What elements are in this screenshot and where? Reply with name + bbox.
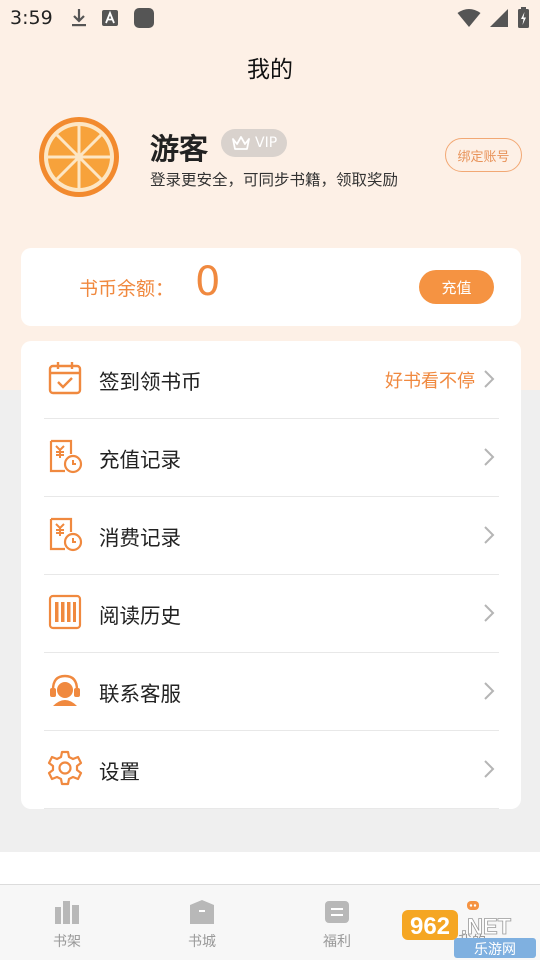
chevron-right-icon — [484, 682, 495, 700]
profile-subtitle: 登录更安全，可同步书籍，领取奖励 — [150, 171, 399, 189]
bookshelf-icon — [55, 901, 79, 924]
orange-slice-icon — [39, 117, 119, 197]
menu-item-label: 设置 — [99, 760, 140, 784]
menu-item-recharge-record[interactable]: 充值记录 — [21, 419, 521, 497]
tab-label: 书架 — [53, 934, 81, 950]
chevron-right-icon — [484, 370, 495, 388]
balance-label: 书币余额： — [79, 278, 175, 300]
wifi-icon — [457, 9, 481, 27]
svg-text:.NET: .NET — [461, 914, 512, 939]
crown-icon — [232, 136, 250, 150]
content-footer — [0, 852, 540, 884]
bind-account-button[interactable]: 绑定账号 — [445, 138, 522, 172]
balance-value: 0 — [195, 259, 221, 305]
tab-label: 福利 — [323, 934, 351, 950]
reading-history-icon — [47, 594, 83, 630]
menu-item-label: 消费记录 — [99, 526, 181, 550]
battery-icon — [518, 7, 529, 28]
menu-item-consumption-record[interactable]: 消费记录 — [21, 497, 521, 575]
chevron-right-icon — [484, 604, 495, 622]
username: 游客 — [150, 132, 209, 166]
menu-item-checkin[interactable]: 签到领书币 好书看不停 — [21, 341, 521, 419]
recharge-record-icon — [47, 438, 83, 474]
watermark-brand-number: 962 — [410, 913, 450, 940]
menu-item-label: 联系客服 — [99, 682, 181, 706]
menu-item-customer-service[interactable]: 联系客服 — [21, 653, 521, 731]
vip-badge: VIP — [221, 129, 287, 157]
chevron-right-icon — [484, 760, 495, 778]
watermark-logo: 962 .NET 乐游网 — [398, 892, 540, 960]
svg-text:乐游网: 乐游网 — [474, 942, 516, 958]
status-bar: 3:59 — [0, 0, 540, 36]
bookstore-icon — [190, 900, 214, 924]
tab-label: 书城 — [188, 934, 216, 950]
menu-item-settings[interactable]: 设置 — [21, 731, 521, 809]
menu-item-label: 阅读历史 — [99, 604, 181, 628]
calendar-check-icon — [47, 360, 83, 396]
menu-card: 签到领书币 好书看不停 充值记录 消费记录 阅读历史 联系客服 设置 — [21, 341, 521, 809]
tab-bookstore[interactable]: 书城 — [152, 885, 252, 960]
tab-welfare[interactable]: 福利 — [287, 885, 387, 960]
customer-service-icon — [47, 672, 83, 708]
recharge-button[interactable]: 充值 — [419, 270, 494, 304]
signal-icon — [490, 9, 508, 27]
welfare-icon — [325, 901, 349, 923]
consumption-record-icon — [47, 516, 83, 552]
chevron-right-icon — [484, 448, 495, 466]
app-square-icon — [133, 8, 154, 28]
menu-item-reading-history[interactable]: 阅读历史 — [21, 575, 521, 653]
avatar[interactable] — [38, 116, 120, 198]
menu-item-label: 签到领书币 — [99, 370, 202, 394]
chevron-right-icon — [484, 526, 495, 544]
gear-icon — [47, 750, 83, 786]
page-title: 我的 — [247, 57, 293, 83]
status-time: 3:59 — [10, 7, 53, 29]
balance-card: 书币余额： 0 充值 — [21, 248, 521, 326]
menu-item-label: 充值记录 — [99, 448, 181, 472]
download-icon — [71, 9, 86, 27]
menu-item-hint: 好书看不停 — [385, 371, 475, 392]
divider — [44, 808, 499, 809]
tab-bookshelf[interactable]: 书架 — [17, 885, 117, 960]
vip-label: VIP — [255, 135, 278, 151]
font-app-icon — [101, 10, 118, 26]
